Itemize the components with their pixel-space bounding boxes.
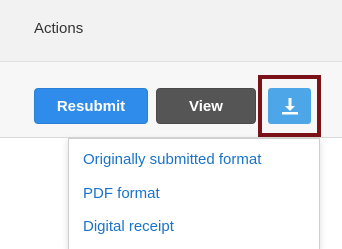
menu-item-pdf-format[interactable]: PDF format [83, 185, 160, 202]
menu-item-digital-receipt[interactable]: Digital receipt [83, 218, 174, 235]
actions-header-label: Actions [34, 20, 84, 37]
menu-item-original-format[interactable]: Originally submitted format [83, 151, 261, 168]
actions-header: Actions [0, 0, 342, 62]
download-icon [281, 98, 298, 115]
download-format-menu: Originally submitted format PDF format D… [68, 138, 320, 249]
download-button[interactable] [268, 88, 311, 124]
view-button[interactable]: View [156, 88, 256, 124]
actions-row: Resubmit View [0, 62, 342, 138]
resubmit-button[interactable]: Resubmit [34, 88, 148, 124]
